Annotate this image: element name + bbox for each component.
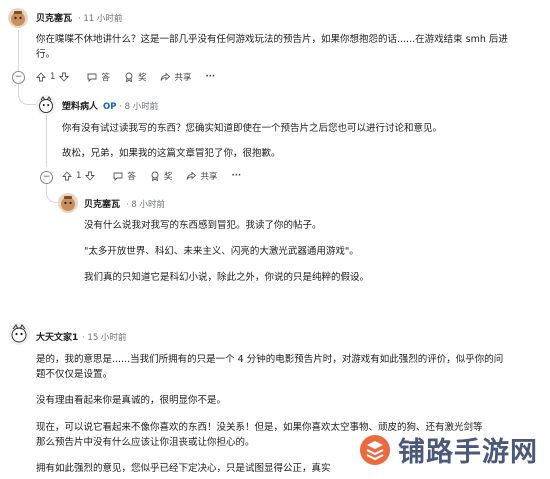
watermark-text: 铺路手游网 — [398, 437, 538, 468]
upvote-button[interactable]: 1 — [62, 171, 99, 181]
avatar[interactable] — [58, 193, 78, 213]
comment-body: 没有理由看起来你是真诚的，很明显你不是。 — [36, 395, 227, 406]
thread-line — [46, 115, 47, 167]
site-logo-icon — [360, 434, 390, 465]
comment-author[interactable]: 贝克塞瓦 — [84, 197, 120, 210]
reply-button[interactable]: 答 — [113, 170, 136, 182]
comment-actions: 1 答 奖 共享 ··· — [36, 69, 229, 85]
share-icon — [187, 171, 197, 180]
watermark: 铺路手游网 — [358, 430, 538, 469]
comment-body: 你在喋喋不休地讲什么？这是一部几乎没有任何游戏玩法的预告片，如果你想抱怨的话..… — [36, 34, 508, 60]
more-options-button[interactable]: ··· — [231, 171, 241, 181]
reply-button[interactable]: 答 — [87, 71, 110, 83]
comment-author[interactable]: 大天文家1 — [36, 330, 78, 343]
comment-body: 我们真的只知道它是科幻小说，除此之外，你说的只是纯粹的假设。 — [84, 272, 370, 283]
more-options-button[interactable]: ··· — [205, 72, 215, 82]
downvote-icon[interactable] — [59, 72, 70, 82]
op-badge: OP — [103, 102, 117, 112]
award-button[interactable]: 奖 — [124, 71, 146, 83]
share-button[interactable]: 共享 — [186, 170, 217, 182]
award-icon — [151, 171, 159, 181]
comment-body: 是的，我的意思是......当我们所拥有的只是一个 4 分钟的电影预告片时，对游… — [36, 354, 504, 380]
comment-author[interactable]: 塑料病人 — [62, 99, 98, 112]
vote-count: 1 — [76, 171, 82, 181]
comment-icon — [87, 73, 97, 82]
comment-time: · 8 小时前 — [126, 200, 166, 210]
thread-line — [18, 30, 19, 76]
comment-body: 故松，兄弟，如果我的这篇文章冒犯了你，很抱歉。 — [62, 148, 281, 159]
avatar[interactable] — [8, 8, 28, 28]
upvote-icon — [36, 72, 46, 82]
comment-meta: OP · 8 小时前 — [103, 102, 159, 112]
comment-body: "太多开放世界、科幻、未来主义、闪亮的大激光武器通用游戏"。 — [84, 246, 359, 257]
collapse-thread-button[interactable]: − — [40, 171, 53, 184]
comment-body: 你有没有试过读我写的东西？您确实知道即使在一个预告片之后您也可以进行讨论和意见。 — [62, 123, 443, 134]
collapse-thread-button[interactable]: − — [12, 71, 25, 84]
upvote-button[interactable]: 1 — [36, 72, 73, 82]
upvote-icon — [62, 171, 72, 181]
avatar[interactable] — [36, 95, 56, 115]
comment-actions: 1 答 奖 共享 ··· — [62, 168, 255, 184]
comment-icon — [113, 172, 123, 181]
downvote-icon[interactable] — [85, 171, 96, 181]
award-icon — [125, 72, 133, 82]
comment-time: · 11 小时前 — [78, 14, 123, 24]
vote-count: 1 — [50, 72, 56, 82]
comment-time: · 15 小时前 — [82, 333, 127, 343]
share-icon — [161, 72, 171, 81]
comment-body: 没有什么说我对我写的东西感到冒犯。我读了你的帖子。 — [84, 220, 322, 231]
comment-author[interactable]: 贝克塞瓦 — [36, 11, 72, 24]
avatar[interactable] — [8, 323, 30, 345]
award-button[interactable]: 奖 — [150, 170, 172, 182]
share-button[interactable]: 共享 — [160, 71, 191, 83]
